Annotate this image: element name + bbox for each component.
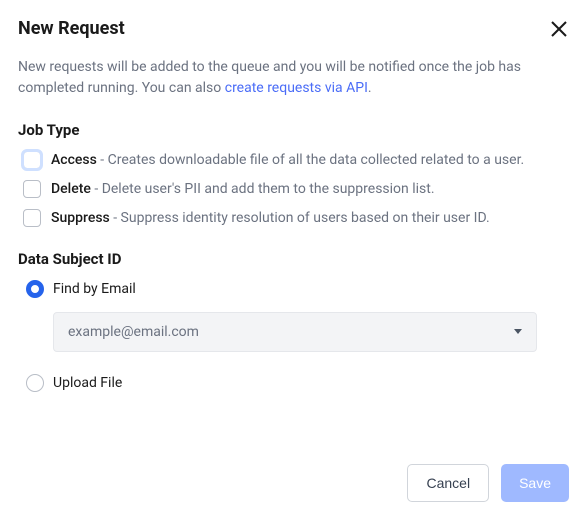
data-subject-section: Data Subject ID Find by Email example@em… xyxy=(18,250,569,392)
checkbox-label: Access - Creates downloadable file of al… xyxy=(51,151,524,169)
checkbox-row-suppress: Suppress - Suppress identity resolution … xyxy=(18,209,569,227)
checkbox-delete[interactable] xyxy=(23,180,41,198)
option-desc: - Creates downloadable file of all the d… xyxy=(97,152,524,168)
api-link[interactable]: create requests via API xyxy=(225,80,368,96)
description-suffix: . xyxy=(368,80,372,96)
radio-upload-file[interactable] xyxy=(26,374,44,392)
modal-description: New requests will be added to the queue … xyxy=(18,57,569,99)
cancel-button[interactable]: Cancel xyxy=(407,464,489,502)
modal-header: New Request xyxy=(18,18,569,39)
job-type-section: Job Type Access - Creates downloadable f… xyxy=(18,121,569,228)
modal-footer: Cancel Save xyxy=(407,464,569,502)
checkbox-label: Delete - Delete user's PII and add them … xyxy=(51,180,435,198)
job-type-title: Job Type xyxy=(18,121,569,139)
radio-label-upload: Upload File xyxy=(53,375,122,391)
email-combobox[interactable]: example@email.com xyxy=(53,312,537,352)
checkbox-suppress[interactable] xyxy=(23,209,41,227)
checkbox-row-access: Access - Creates downloadable file of al… xyxy=(18,151,569,169)
option-name: Access xyxy=(51,152,97,168)
close-button[interactable] xyxy=(549,19,569,39)
chevron-down-icon xyxy=(514,329,522,334)
modal-title: New Request xyxy=(18,18,125,39)
option-desc: - Suppress identity resolution of users … xyxy=(110,210,490,226)
save-button[interactable]: Save xyxy=(501,464,569,502)
radio-row-email: Find by Email xyxy=(18,280,569,298)
option-desc: - Delete user's PII and add them to the … xyxy=(91,181,435,197)
email-field-wrap: example@email.com xyxy=(53,312,569,352)
checkbox-label: Suppress - Suppress identity resolution … xyxy=(51,209,490,227)
email-placeholder: example@email.com xyxy=(68,324,199,340)
radio-row-upload: Upload File xyxy=(18,374,569,392)
checkbox-row-delete: Delete - Delete user's PII and add them … xyxy=(18,180,569,198)
radio-find-by-email[interactable] xyxy=(26,280,44,298)
radio-label-email: Find by Email xyxy=(53,281,136,297)
checkbox-access[interactable] xyxy=(23,151,41,169)
close-icon xyxy=(551,21,567,37)
data-subject-title: Data Subject ID xyxy=(18,250,569,268)
option-name: Delete xyxy=(51,181,91,197)
option-name: Suppress xyxy=(51,210,110,226)
